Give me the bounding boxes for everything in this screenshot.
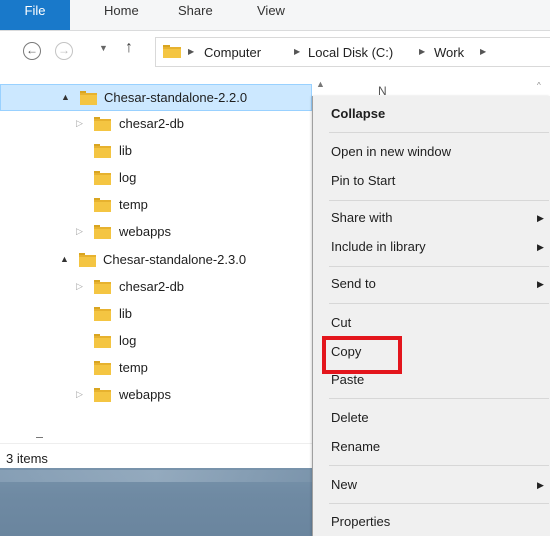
tree-item[interactable]: ▷ chesar2-db [0,274,312,301]
tree-item[interactable]: ▷ webapps [0,382,312,409]
scroll-up-icon[interactable]: ▲ [316,79,325,89]
menu-item-cut[interactable]: Cut [331,315,351,330]
expander-open-icon[interactable]: ▲ [61,92,70,102]
tree-item[interactable]: ▲ Chesar-standalone-2.2.0 [0,84,312,111]
tree-item-label: log [119,170,137,185]
tree-item[interactable]: ▷ webapps [0,219,312,246]
folder-icon [94,361,111,375]
chevron-down-icon[interactable]: ▼ [99,43,108,53]
tree-item[interactable]: log [0,328,312,355]
menu-item-send-to[interactable]: Send to [331,276,376,291]
tree-item-label: lib [119,306,133,321]
tree-item-label: webapps [119,387,172,402]
tree-item-label: log [119,333,137,348]
context-menu: Collapse Open in new window Pin to Start… [312,96,550,536]
submenu-arrow-icon: ▶ [537,213,544,223]
tree-item[interactable]: log [0,165,312,192]
sort-caret-icon: ^ [537,81,541,90]
folder-icon [94,144,111,158]
tree-item[interactable]: temp [0,355,312,382]
breadcrumb-computer[interactable]: Computer [204,45,261,60]
folder-icon [80,91,97,105]
submenu-arrow-icon: ▶ [537,279,544,289]
folder-icon [94,334,111,348]
tree-item[interactable]: ▲ Chesar-standalone-2.3.0 [0,247,312,274]
expander-closed-icon[interactable]: ▷ [76,226,83,237]
menu-item-delete[interactable]: Delete [331,410,369,425]
folder-icon [94,117,111,131]
tree-item-label: chesar2-db [119,116,185,131]
desktop-band [0,470,312,482]
menu-separator [329,465,549,466]
menu-separator [329,200,549,201]
copy-highlight-box [322,336,402,374]
menu-item-open-new-window[interactable]: Open in new window [331,144,451,159]
tab-home[interactable]: Home [104,0,139,30]
folder-icon [94,171,111,185]
menu-separator [329,398,549,399]
item-count: 3 items [6,451,48,466]
expander-closed-icon[interactable]: ▷ [76,389,83,400]
forward-arrow-icon[interactable]: → [55,42,73,60]
status-bar: 3 items [0,443,312,468]
folder-icon [94,198,111,212]
menu-separator [329,266,549,267]
tab-share[interactable]: Share [178,0,213,30]
menu-item-new[interactable]: New [331,477,357,492]
breadcrumb-separator-icon: ▶ [188,47,195,56]
address-bar[interactable]: ▶ Computer ▶ Local Disk (C:) ▶ Work ▶ [155,37,550,67]
back-arrow-icon[interactable]: ← [23,42,41,60]
breadcrumb-separator-icon: ▶ [294,47,301,56]
expander-closed-icon[interactable]: ▷ [76,118,83,129]
tree-item-label: chesar2-db [119,279,185,294]
tree-item-label: webapps [119,224,172,239]
tree-item-label: temp [119,197,148,212]
menu-item-collapse[interactable]: Collapse [331,106,385,121]
folder-icon [94,388,111,402]
menu-item-rename[interactable]: Rename [331,439,380,454]
menu-separator [329,132,549,133]
submenu-arrow-icon: ▶ [537,480,544,490]
tree-item-label: Chesar-standalone-2.3.0 [103,252,247,267]
menu-item-properties[interactable]: Properties [331,514,390,529]
up-arrow-icon[interactable]: ↑ [125,39,133,57]
navigation-pane: ▲ Chesar-standalone-2.2.0 ▷ chesar2-db l… [0,75,312,468]
menu-separator [329,303,549,304]
submenu-arrow-icon: ▶ [537,242,544,252]
tree-item-label: Chesar-standalone-2.2.0 [104,90,248,105]
folder-icon [94,307,111,321]
tree-item[interactable]: lib [0,138,312,165]
ribbon-tabs: File Home Share View [0,0,550,31]
breadcrumb-work[interactable]: Work [434,45,464,60]
folder-icon [163,45,181,58]
menu-item-include-in-library[interactable]: Include in library [331,239,426,254]
expander-open-icon[interactable]: ▲ [60,254,69,264]
breadcrumb-separator-icon: ▶ [480,47,487,56]
folder-icon [94,225,111,239]
menu-item-share-with[interactable]: Share with [331,210,392,225]
tab-file[interactable]: File [0,0,70,30]
tree-item-label: temp [119,360,148,375]
folder-icon [79,253,96,267]
tab-view[interactable]: View [257,0,285,30]
scroll-indicator [36,437,43,438]
breadcrumb-local-disk[interactable]: Local Disk (C:) [308,45,393,60]
tree-item[interactable]: lib [0,301,312,328]
expander-closed-icon[interactable]: ▷ [76,281,83,292]
navigation-bar: ← → ▼ ↑ ▶ Computer ▶ Local Disk (C:) ▶ W… [0,31,550,75]
tree-item-label: lib [119,143,133,158]
tree-item[interactable]: ▷ chesar2-db [0,111,312,138]
breadcrumb-separator-icon: ▶ [419,47,426,56]
menu-item-pin-to-start[interactable]: Pin to Start [331,173,395,188]
menu-separator [329,503,549,504]
tree-item[interactable]: temp [0,192,312,219]
menu-item-paste[interactable]: Paste [331,372,364,387]
folder-icon [94,280,111,294]
